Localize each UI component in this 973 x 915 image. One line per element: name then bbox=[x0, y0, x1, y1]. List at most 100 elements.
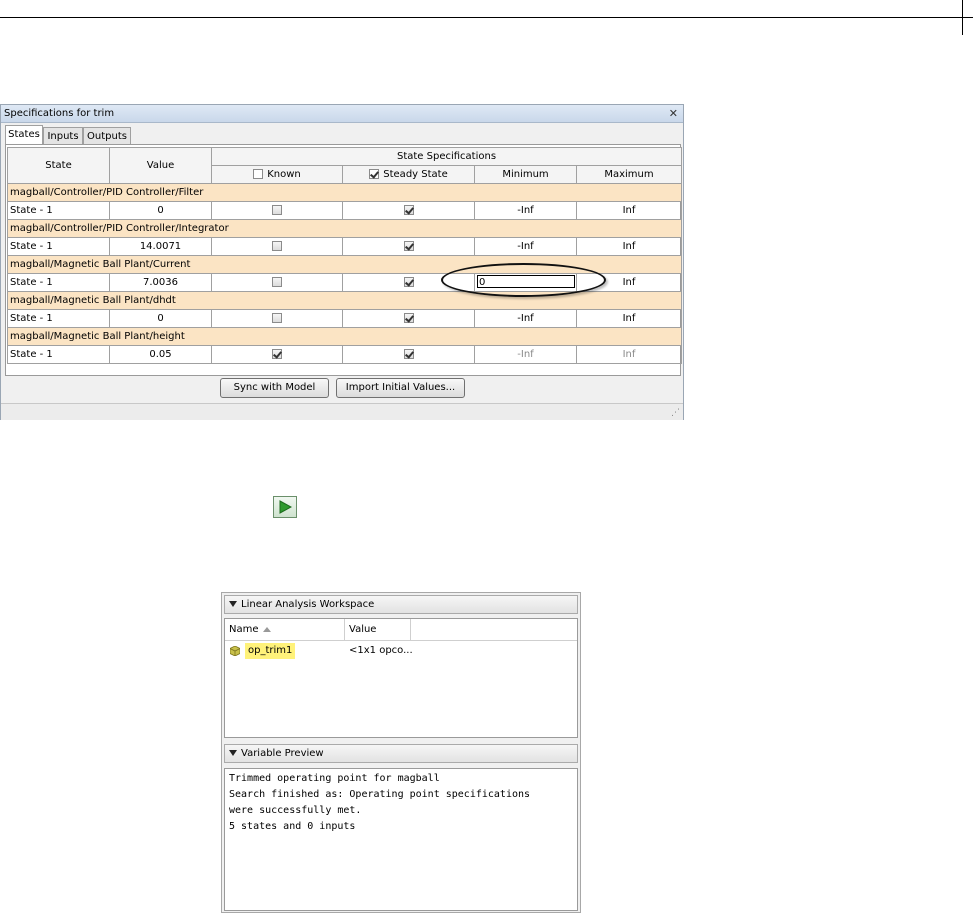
column-header-blank bbox=[411, 619, 577, 641]
state-spec-table: State Value State Specifications Known S… bbox=[7, 147, 682, 364]
close-icon[interactable]: ✕ bbox=[669, 105, 678, 122]
state-row: State - 1 0.05 -Inf Inf bbox=[7, 345, 682, 364]
steady-cell[interactable] bbox=[342, 237, 475, 256]
known-cell[interactable] bbox=[211, 273, 343, 292]
col-header-state-specifications: State Specifications bbox=[211, 147, 682, 166]
state-cell: State - 1 bbox=[7, 345, 110, 364]
group-name: magball/Controller/PID Controller/Integr… bbox=[7, 219, 682, 238]
specifications-dialog: Specifications for trim ✕ States Inputs … bbox=[0, 104, 684, 420]
steady-state-all-checkbox[interactable] bbox=[369, 169, 380, 179]
group-name: magball/Controller/PID Controller/Filter bbox=[7, 183, 682, 202]
dialog-title: Specifications for trim bbox=[4, 108, 115, 119]
page-header-rule bbox=[0, 0, 973, 35]
column-header-name[interactable]: Name bbox=[225, 619, 345, 641]
column-header-value[interactable]: Value bbox=[345, 619, 411, 641]
known-cell[interactable] bbox=[211, 345, 343, 364]
steady-state-checkbox[interactable] bbox=[403, 205, 414, 215]
variable-name[interactable]: op_trim1 bbox=[245, 643, 296, 659]
col-header-steady-state[interactable]: Steady State bbox=[342, 165, 475, 184]
steady-cell[interactable] bbox=[342, 309, 475, 328]
preview-line: Search finished as: Operating point spec… bbox=[229, 789, 531, 800]
col-header-maximum: Maximum bbox=[576, 165, 682, 184]
maximum-cell[interactable]: Inf bbox=[576, 201, 682, 220]
value-cell[interactable]: 7.0036 bbox=[109, 273, 212, 292]
variable-value: <1x1 opco... bbox=[349, 645, 413, 656]
minimum-cell: -Inf bbox=[474, 345, 577, 364]
state-cell: State - 1 bbox=[7, 273, 110, 292]
tab-outputs[interactable]: Outputs bbox=[83, 127, 131, 144]
state-spec-grid: State Value State Specifications Known S… bbox=[5, 144, 682, 376]
operating-point-icon bbox=[230, 646, 240, 656]
known-checkbox[interactable] bbox=[272, 205, 282, 215]
value-cell[interactable]: 14.0071 bbox=[109, 237, 212, 256]
group-row: magball/Magnetic Ball Plant/dhdt bbox=[7, 291, 682, 310]
known-checkbox[interactable] bbox=[272, 313, 282, 323]
state-cell: State - 1 bbox=[7, 201, 110, 220]
value-cell[interactable]: 0.05 bbox=[109, 345, 212, 364]
linear-analysis-workspace-panel: Linear Analysis Workspace Name Value op_… bbox=[221, 592, 581, 913]
group-row: magball/Magnetic Ball Plant/height bbox=[7, 327, 682, 346]
group-name: magball/Magnetic Ball Plant/dhdt bbox=[7, 291, 682, 310]
workspace-title: Linear Analysis Workspace bbox=[241, 599, 375, 610]
col-header-state: State bbox=[7, 147, 110, 184]
maximum-cell[interactable]: Inf bbox=[576, 237, 682, 256]
workspace-variable-table: Name Value op_trim1 <1x1 opco... bbox=[224, 618, 578, 738]
play-icon bbox=[279, 500, 292, 514]
state-cell: State - 1 bbox=[7, 237, 110, 256]
collapse-triangle-icon[interactable] bbox=[229, 750, 237, 756]
workspace-header[interactable]: Linear Analysis Workspace bbox=[224, 595, 578, 614]
resize-grip-icon[interactable]: ⋰ bbox=[671, 408, 680, 418]
minimum-cell[interactable]: -Inf bbox=[474, 201, 577, 220]
variable-preview-header[interactable]: Variable Preview bbox=[224, 744, 578, 763]
col-header-known[interactable]: Known bbox=[211, 165, 343, 184]
value-cell[interactable]: 0 bbox=[109, 201, 212, 220]
state-row: State - 1 14.0071 -Inf Inf bbox=[7, 237, 682, 256]
minimum-cell[interactable]: -Inf bbox=[474, 237, 577, 256]
maximum-cell[interactable]: Inf bbox=[576, 309, 682, 328]
page-header-tick bbox=[962, 0, 963, 35]
import-initial-values-button[interactable]: Import Initial Values... bbox=[336, 378, 465, 398]
preview-line: Trimmed operating point for magball bbox=[229, 773, 440, 784]
workspace-variable-row[interactable]: op_trim1 <1x1 opco... bbox=[225, 643, 577, 659]
tab-states[interactable]: States bbox=[5, 125, 43, 145]
known-all-checkbox[interactable] bbox=[253, 169, 264, 179]
known-checkbox[interactable] bbox=[272, 277, 282, 287]
callout-ellipse bbox=[441, 263, 606, 297]
maximum-cell: Inf bbox=[576, 345, 682, 364]
preview-line: 5 states and 0 inputs bbox=[229, 821, 356, 832]
sync-with-model-button[interactable]: Sync with Model bbox=[220, 378, 329, 398]
col-header-steady-state-label: Steady State bbox=[383, 169, 448, 180]
col-header-value: Value bbox=[109, 147, 212, 184]
group-row: magball/Controller/PID Controller/Integr… bbox=[7, 219, 682, 238]
variable-preview-title: Variable Preview bbox=[241, 748, 324, 759]
steady-state-checkbox[interactable] bbox=[403, 349, 414, 359]
variable-preview-text: Trimmed operating point for magball Sear… bbox=[224, 768, 578, 911]
col-header-known-label: Known bbox=[267, 169, 301, 180]
known-checkbox[interactable] bbox=[272, 349, 282, 359]
tab-inputs[interactable]: Inputs bbox=[43, 127, 83, 144]
preview-line: were successfully met. bbox=[229, 805, 362, 816]
steady-cell[interactable] bbox=[342, 201, 475, 220]
steady-state-checkbox[interactable] bbox=[403, 277, 414, 287]
known-cell[interactable] bbox=[211, 201, 343, 220]
value-cell[interactable]: 0 bbox=[109, 309, 212, 328]
state-row: State - 1 0 -Inf Inf bbox=[7, 309, 682, 328]
state-cell: State - 1 bbox=[7, 309, 110, 328]
known-cell[interactable] bbox=[211, 237, 343, 256]
run-icon[interactable] bbox=[273, 496, 297, 518]
steady-state-checkbox[interactable] bbox=[403, 313, 414, 323]
known-cell[interactable] bbox=[211, 309, 343, 328]
dialog-status-bar: ⋰ bbox=[1, 403, 683, 420]
col-header-minimum: Minimum bbox=[474, 165, 577, 184]
state-row: State - 1 0 -Inf Inf bbox=[7, 201, 682, 220]
group-name: magball/Magnetic Ball Plant/height bbox=[7, 327, 682, 346]
group-row: magball/Controller/PID Controller/Filter bbox=[7, 183, 682, 202]
dialog-titlebar: Specifications for trim ✕ bbox=[1, 105, 683, 123]
collapse-triangle-icon[interactable] bbox=[229, 601, 237, 607]
known-checkbox[interactable] bbox=[272, 241, 282, 251]
sort-ascending-icon bbox=[262, 626, 271, 632]
steady-cell[interactable] bbox=[342, 345, 475, 364]
minimum-cell[interactable]: -Inf bbox=[474, 309, 577, 328]
steady-state-checkbox[interactable] bbox=[403, 241, 414, 251]
column-header-name-label: Name bbox=[229, 624, 259, 635]
